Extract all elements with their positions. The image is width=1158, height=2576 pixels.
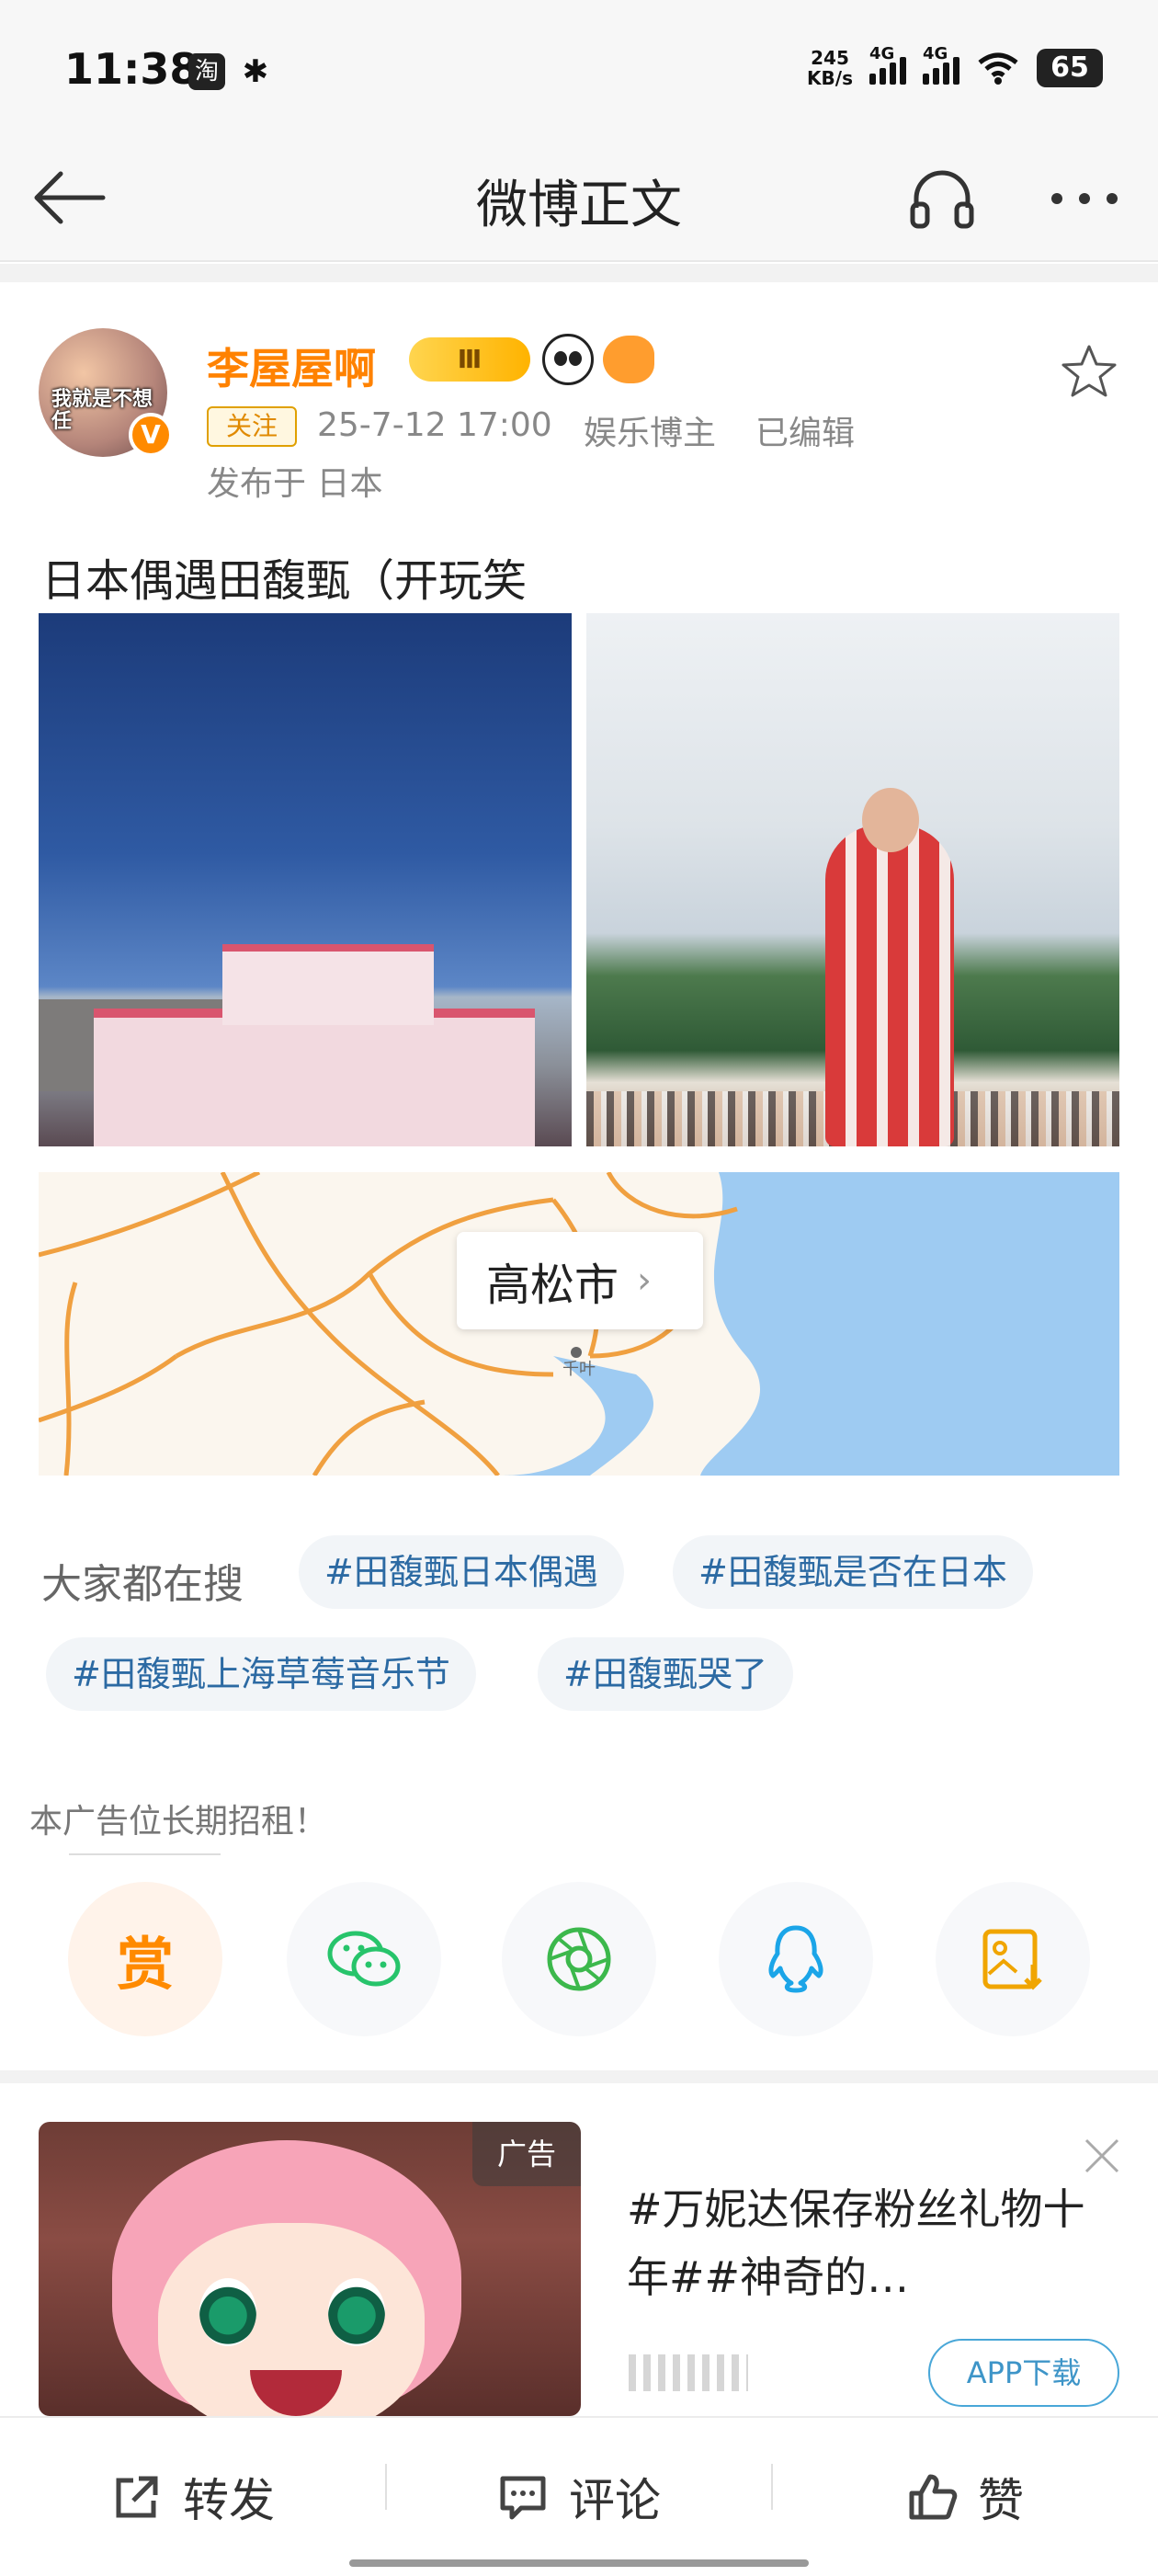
verified-badge-icon: V — [129, 413, 173, 457]
ad-stats-bar — [629, 2354, 748, 2391]
moments-icon — [547, 1927, 611, 1991]
home-indicator[interactable] — [349, 2559, 809, 2567]
ad-image[interactable]: 广告 — [39, 2122, 581, 2416]
search-label: 大家都在搜 — [41, 1561, 244, 1608]
share-moments-button[interactable] — [502, 1882, 656, 2036]
author-name[interactable]: 李屋屋啊 — [207, 336, 376, 396]
net-speed: 245 KB/s — [807, 48, 853, 88]
battery-indicator: 65 — [1037, 49, 1103, 87]
repost-button[interactable]: 转发 — [0, 2418, 386, 2576]
map-pin-label: 千叶 — [562, 1360, 596, 1379]
qq-icon — [768, 1925, 823, 1993]
ad-image-character-eye — [199, 2278, 256, 2346]
wifi-icon — [978, 52, 1018, 85]
ad-rental-text: 本广告位长期招租！ — [29, 1803, 328, 1841]
like-label: 赞 — [978, 2474, 1024, 2527]
post-image-ship[interactable] — [39, 613, 572, 1146]
image-ship — [94, 944, 535, 1146]
ad-card[interactable]: 广告 #万妮达保存粉丝礼物十年##神奇的… APP下载 — [0, 2083, 1158, 2416]
location-map[interactable]: 高松市 › 千叶 — [39, 1172, 1119, 1476]
mi-app-icon: ✱ — [242, 53, 269, 90]
thumbs-up-icon — [909, 2474, 958, 2520]
ad-image-character-eye — [328, 2278, 385, 2346]
nav-bar: 微博正文 — [0, 138, 1158, 262]
signal-label: 4G — [869, 44, 895, 63]
map-city-name: 高松市 — [486, 1260, 619, 1311]
status-time: 11:38 — [64, 44, 199, 94]
author-category: 娱乐博主 — [584, 415, 717, 452]
like-button[interactable]: 赞 — [772, 2418, 1158, 2576]
repost-label: 转发 — [183, 2474, 275, 2527]
divider — [0, 264, 1158, 282]
repost-icon — [116, 2476, 158, 2518]
map-location-pill[interactable]: 高松市 › — [457, 1232, 703, 1329]
share-wechat-button[interactable] — [287, 1882, 441, 2036]
chevron-right-icon: › — [637, 1260, 653, 1302]
comment-button[interactable]: 评论 — [386, 2418, 772, 2576]
ad-title[interactable]: #万妮达保存粉丝礼物十年##神奇的… — [627, 2175, 1105, 2311]
post-image-singer[interactable] — [586, 613, 1119, 1146]
topic-chip[interactable]: #田馥甄哭了 — [538, 1637, 793, 1711]
comment-label: 评论 — [569, 2474, 661, 2527]
vip-crown-badge[interactable]: Ⅲ — [409, 337, 530, 382]
comment-icon — [500, 2476, 546, 2520]
reward-icon: 赏 — [116, 1931, 174, 1998]
status-indicators: 245 KB/s 4G 4G 65 — [807, 44, 1103, 88]
post-location: 发布于 日本 — [207, 465, 383, 503]
topic-chip[interactable]: #田馥甄是否在日本 — [673, 1535, 1033, 1609]
page-title: 微博正文 — [476, 176, 682, 235]
more-icon[interactable] — [1043, 162, 1126, 235]
save-image-button[interactable] — [936, 1882, 1090, 2036]
share-qq-button[interactable] — [719, 1882, 873, 2036]
favorite-star-icon[interactable] — [1057, 339, 1121, 404]
signal-icon: 4G — [869, 44, 906, 85]
image-singer-head — [862, 788, 919, 852]
signal-icon: 4G — [923, 44, 959, 85]
ad-tag: 广告 — [472, 2122, 581, 2186]
topic-chip[interactable]: #田馥甄日本偶遇 — [299, 1535, 624, 1609]
net-speed-unit: KB/s — [807, 67, 853, 89]
save-image-icon — [982, 1929, 1042, 1990]
post-date: 25-7-12 17:00 — [317, 406, 552, 444]
headphone-icon[interactable] — [905, 162, 979, 235]
fish-badge-icon[interactable] — [603, 336, 654, 383]
status-bar: 11:38 淘 ✱ 245 KB/s 4G 4G 65 — [0, 0, 1158, 138]
bottom-action-bar: 转发 评论 赞 — [0, 2416, 1158, 2574]
divider — [0, 2070, 1158, 2083]
wechat-icon — [327, 1931, 401, 1987]
signal-label: 4G — [923, 44, 948, 63]
taobao-icon: 淘 — [188, 53, 225, 90]
reward-button[interactable]: 赏 — [68, 1882, 222, 2036]
panda-badge-icon[interactable] — [542, 334, 594, 385]
divider — [69, 1853, 221, 1855]
edited-label: 已编辑 — [755, 415, 856, 452]
topic-chip[interactable]: #田馥甄上海草莓音乐节 — [46, 1637, 476, 1711]
post-card: 我就是不想任 V 李屋屋啊 Ⅲ 关注 25-7-12 17:00 娱乐博主 已编… — [0, 282, 1158, 2070]
ad-title-text: #万妮达保存粉丝礼物十年##神奇的… — [627, 2184, 1085, 2302]
follow-button[interactable]: 关注 — [207, 406, 297, 447]
net-speed-value: 245 — [811, 47, 849, 69]
post-text: 日本偶遇田馥甄（开玩笑 — [41, 555, 528, 607]
close-icon[interactable] — [1081, 2135, 1123, 2177]
image-singer-dress — [825, 825, 954, 1146]
app-download-button[interactable]: APP下载 — [928, 2339, 1119, 2407]
